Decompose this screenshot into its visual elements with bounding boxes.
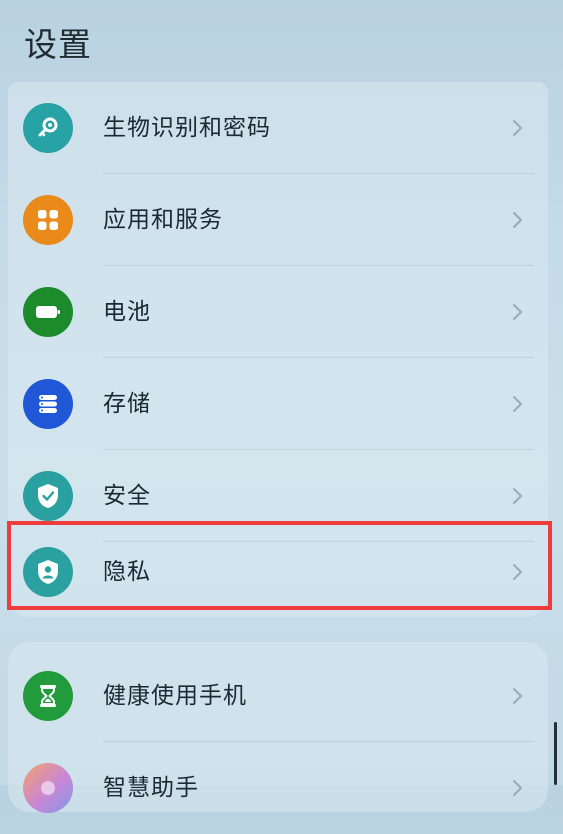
- shield-check-icon: [23, 471, 73, 521]
- settings-item-storage[interactable]: 存储: [8, 358, 548, 450]
- key-icon: [23, 103, 73, 153]
- settings-group-2: 健康使用手机 智慧助手: [8, 642, 548, 813]
- settings-item-label: 电池: [103, 299, 151, 325]
- battery-icon: [23, 287, 73, 337]
- settings-item-label: 生物识别和密码: [103, 115, 271, 141]
- settings-item-apps-services[interactable]: 应用和服务: [8, 174, 548, 266]
- chevron-right-icon: [513, 488, 522, 504]
- storage-icon: [23, 379, 73, 429]
- assistant-icon: [23, 763, 73, 813]
- highlight-box: [7, 521, 552, 610]
- chevron-right-icon: [513, 120, 522, 136]
- chevron-right-icon: [513, 780, 522, 796]
- chevron-right-icon: [513, 688, 522, 704]
- settings-item-label: 应用和服务: [103, 207, 223, 233]
- settings-item-label: 智慧助手: [103, 775, 199, 801]
- hourglass-icon: [23, 671, 73, 721]
- settings-item-label: 存储: [103, 391, 151, 417]
- page-title: 设置: [24, 25, 92, 64]
- settings-item-biometrics-password[interactable]: 生物识别和密码: [8, 82, 548, 174]
- chevron-right-icon: [513, 304, 522, 320]
- settings-item-smart-assistant[interactable]: 智慧助手: [8, 742, 548, 834]
- apps-grid-icon: [23, 195, 73, 245]
- settings-item-battery[interactable]: 电池: [8, 266, 548, 358]
- chevron-right-icon: [513, 396, 522, 412]
- scrollbar[interactable]: [554, 722, 557, 785]
- settings-item-digital-balance[interactable]: 健康使用手机: [8, 650, 548, 742]
- chevron-right-icon: [513, 212, 522, 228]
- settings-item-label: 健康使用手机: [103, 683, 247, 709]
